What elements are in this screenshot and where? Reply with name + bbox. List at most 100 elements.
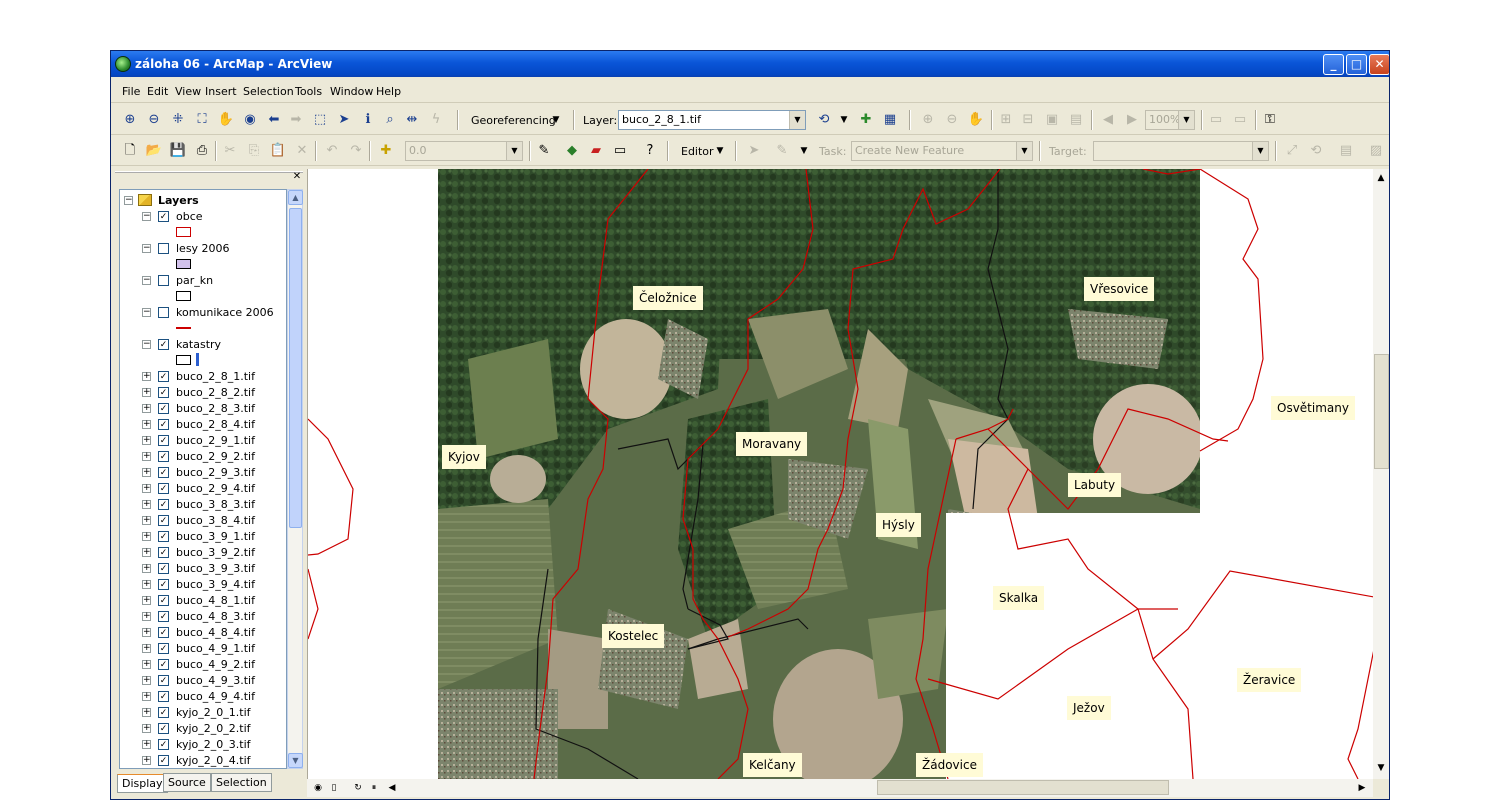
toc-scrollbar[interactable]: ▲ ▼ xyxy=(287,189,303,769)
layer-row[interactable]: − lesy 2006 xyxy=(120,240,286,256)
map-hscroll-thumb[interactable] xyxy=(877,780,1169,795)
chevron-down-icon[interactable]: ▼ xyxy=(789,111,805,129)
chevron-down-icon[interactable]: ▼ xyxy=(506,142,522,160)
layer-row[interactable]: + ✓ buco_2_8_1.tif xyxy=(120,368,286,384)
layer-visibility-checkbox[interactable]: ✓ xyxy=(158,723,169,734)
expand-icon[interactable]: + xyxy=(142,740,151,749)
cut-scissors-icon[interactable]: ✂ xyxy=(221,142,239,160)
expand-icon[interactable]: + xyxy=(142,708,151,717)
layer-row[interactable]: + ✓ buco_2_9_1.tif xyxy=(120,432,286,448)
chevron-down-icon[interactable]: ▼ xyxy=(547,111,565,129)
layer-visibility-checkbox[interactable]: ✓ xyxy=(158,579,169,590)
collapse-icon[interactable]: − xyxy=(142,212,151,221)
layer-row[interactable]: + ✓ buco_2_8_4.tif xyxy=(120,416,286,432)
layer-row[interactable]: + ✓ buco_4_9_1.tif xyxy=(120,640,286,656)
layer-row[interactable]: + ✓ buco_4_9_2.tif xyxy=(120,656,286,672)
layer-visibility-checkbox[interactable] xyxy=(158,275,169,286)
layer-visibility-checkbox[interactable]: ✓ xyxy=(158,531,169,542)
refresh-icon[interactable]: ↻ xyxy=(351,781,365,795)
expand-icon[interactable]: + xyxy=(142,644,151,653)
menu-file[interactable]: File xyxy=(122,85,140,98)
expand-icon[interactable]: + xyxy=(142,532,151,541)
scroll-left-icon[interactable]: ◀ xyxy=(385,781,399,795)
back-arrow-icon[interactable]: ⬅ xyxy=(265,111,283,129)
layer-row[interactable]: + ✓ buco_2_9_4.tif xyxy=(120,480,286,496)
layer-symbol-swatch[interactable] xyxy=(176,355,191,365)
layer-visibility-checkbox[interactable]: ✓ xyxy=(158,563,169,574)
layer-visibility-checkbox[interactable]: ✓ xyxy=(158,595,169,606)
layer-row[interactable]: − komunikace 2006 xyxy=(120,304,286,320)
tab-selection[interactable]: Selection xyxy=(211,773,272,792)
layer-visibility-checkbox[interactable]: ✓ xyxy=(158,515,169,526)
add-data-icon[interactable]: ✚ xyxy=(377,142,395,160)
zoom-percent-select[interactable]: 100% ▼ xyxy=(1145,110,1195,130)
measure-icon[interactable]: ⇹ xyxy=(403,111,421,129)
arctoolbox-icon[interactable]: ▰ xyxy=(587,142,605,160)
expand-icon[interactable]: + xyxy=(142,692,151,701)
chevron-down-icon[interactable]: ▼ xyxy=(1252,142,1268,160)
layer-visibility-checkbox[interactable]: ✓ xyxy=(158,707,169,718)
whats-this-help-icon[interactable]: ? xyxy=(641,142,659,160)
go-back-extent-icon[interactable]: ◀ xyxy=(1099,111,1117,129)
scroll-up-icon[interactable]: ▲ xyxy=(1374,171,1388,185)
expand-icon[interactable]: + xyxy=(142,596,151,605)
chevron-down-icon[interactable]: ▼ xyxy=(835,111,853,129)
layer-visibility-checkbox[interactable] xyxy=(158,307,169,318)
layer-row[interactable]: + ✓ buco_4_8_4.tif xyxy=(120,624,286,640)
layer-row[interactable]: + ✓ buco_4_8_1.tif xyxy=(120,592,286,608)
layer-visibility-checkbox[interactable]: ✓ xyxy=(158,371,169,382)
go-forward-extent-icon[interactable]: ▶ xyxy=(1123,111,1141,129)
layer-row[interactable]: + ✓ buco_3_8_3.tif xyxy=(120,496,286,512)
hyperlink-lightning-icon[interactable]: ϟ xyxy=(427,111,445,129)
expand-icon[interactable]: + xyxy=(142,580,151,589)
layer-visibility-checkbox[interactable]: ✓ xyxy=(158,451,169,462)
layer-row[interactable]: + ✓ buco_2_8_2.tif xyxy=(120,384,286,400)
layer-row[interactable]: + ✓ buco_2_9_3.tif xyxy=(120,464,286,480)
layer-row[interactable]: − ✓ katastry xyxy=(120,336,286,352)
menu-help[interactable]: Help xyxy=(376,85,401,98)
toc-scroll-thumb[interactable] xyxy=(289,208,302,528)
layer-visibility-checkbox[interactable] xyxy=(158,243,169,254)
map-vertical-scrollbar[interactable]: ▲ ▼ xyxy=(1373,169,1389,779)
layer-visibility-checkbox[interactable]: ✓ xyxy=(158,211,169,222)
zoom-in-layout-icon[interactable]: ⊕ xyxy=(919,111,937,129)
georeferencing-menu[interactable]: Georeferencing xyxy=(471,114,556,127)
scroll-down-icon[interactable]: ▼ xyxy=(288,753,303,768)
expand-icon[interactable]: + xyxy=(142,484,151,493)
expand-icon[interactable]: + xyxy=(142,468,151,477)
expand-icon[interactable]: + xyxy=(142,388,151,397)
layer-visibility-checkbox[interactable]: ✓ xyxy=(158,611,169,622)
layer-row[interactable]: + ✓ buco_3_9_2.tif xyxy=(120,544,286,560)
chevron-down-icon[interactable]: ▼ xyxy=(1178,111,1194,129)
layer-select[interactable]: buco_2_8_1.tif ▼ xyxy=(618,110,806,130)
arccatalog-icon[interactable]: ◆ xyxy=(563,142,581,160)
menu-view[interactable]: View xyxy=(175,85,201,98)
focus-data-frame-icon[interactable]: ▭ xyxy=(1231,111,1249,129)
layer-row[interactable]: + ✓ kyjo_2_0_1.tif xyxy=(120,704,286,720)
forward-arrow-icon[interactable]: ➡ xyxy=(287,111,305,129)
edit-tool-arrow-icon[interactable]: ➤ xyxy=(745,142,763,160)
expand-icon[interactable]: + xyxy=(142,548,151,557)
split-tool-icon[interactable]: ⤢ xyxy=(1283,142,1301,160)
target-select[interactable]: ▼ xyxy=(1093,141,1269,161)
data-view-globe-icon[interactable]: ◉ xyxy=(311,781,325,795)
menu-edit[interactable]: Edit xyxy=(147,85,168,98)
menu-insert[interactable]: Insert xyxy=(205,85,237,98)
zoom-out-icon[interactable]: ⊖ xyxy=(145,111,163,129)
layer-row[interactable]: + ✓ kyjo_2_0_4.tif xyxy=(120,752,286,768)
layer-visibility-checkbox[interactable]: ✓ xyxy=(158,467,169,478)
layer-visibility-checkbox[interactable]: ✓ xyxy=(158,675,169,686)
layer-symbol-swatch[interactable] xyxy=(176,291,191,301)
expand-icon[interactable]: + xyxy=(142,564,151,573)
zoom-in-icon[interactable]: ⊕ xyxy=(121,111,139,129)
menu-tools[interactable]: Tools xyxy=(295,85,322,98)
layer-row[interactable]: + ✓ buco_4_9_4.tif xyxy=(120,688,286,704)
find-binoculars-icon[interactable]: ⌕ xyxy=(381,111,399,129)
zoom-whole-page-icon[interactable]: ▣ xyxy=(1043,111,1061,129)
layer-row[interactable]: + ✓ buco_4_9_3.tif xyxy=(120,672,286,688)
layer-visibility-checkbox[interactable]: ✓ xyxy=(158,659,169,670)
layer-visibility-checkbox[interactable]: ✓ xyxy=(158,739,169,750)
tab-display[interactable]: Display xyxy=(117,774,168,793)
toc-grip[interactable] xyxy=(115,171,303,183)
layer-symbol-swatch[interactable] xyxy=(176,259,191,269)
